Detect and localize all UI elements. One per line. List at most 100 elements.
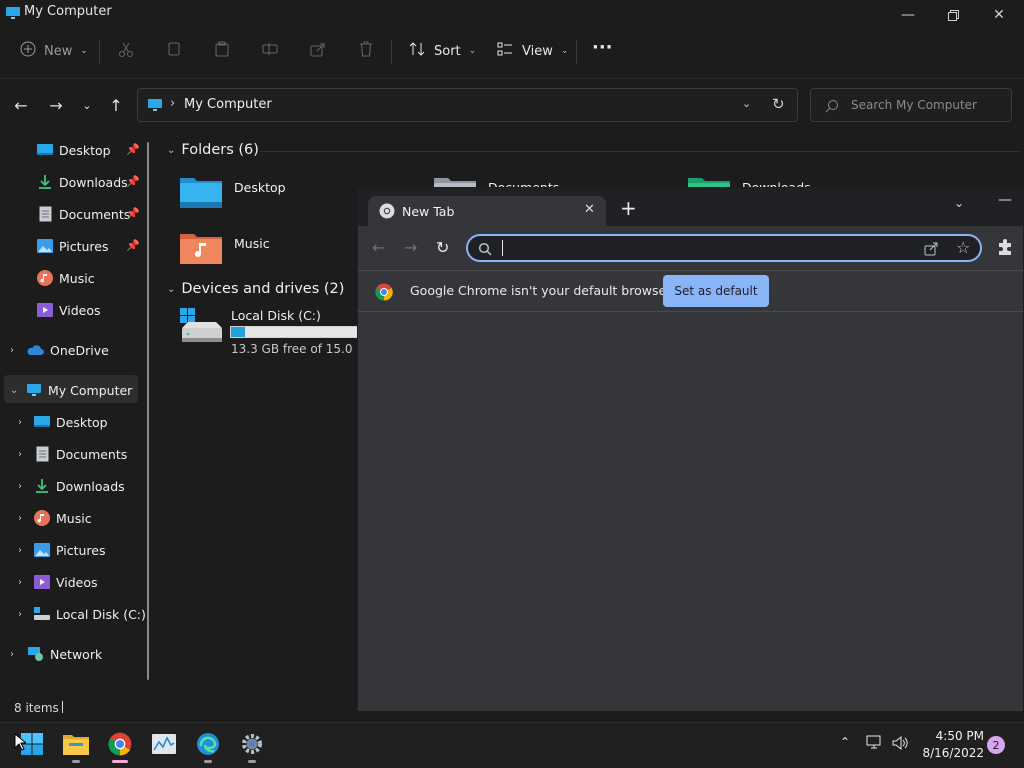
sidebar-item-onedrive[interactable]: › OneDrive <box>10 336 109 364</box>
navigation-scrollbar[interactable] <box>147 142 149 680</box>
tab-strip: New Tab ✕ + ⌄ — <box>358 188 1023 226</box>
chevron-right-icon[interactable]: › <box>10 649 20 660</box>
forward-button[interactable]: → <box>44 93 68 117</box>
sidebar-item-local-disk[interactable]: › Local Disk (C:) <box>18 600 146 628</box>
tab-new-tab[interactable]: New Tab ✕ <box>368 196 606 226</box>
pin-icon[interactable]: 📌 <box>126 143 140 156</box>
taskbar-chrome[interactable] <box>100 727 140 765</box>
extensions-icon[interactable] <box>996 238 1014 260</box>
clock-date: 8/16/2022 <box>922 746 984 760</box>
sidebar-item-label: Desktop <box>59 142 111 158</box>
forward-arrow-icon[interactable]: → <box>404 238 417 257</box>
rename-button[interactable] <box>261 38 279 64</box>
address-bar[interactable]: › My Computer ⌄ ↻ <box>137 88 798 122</box>
reload-icon[interactable]: ↻ <box>436 238 449 257</box>
sidebar-item-downloads[interactable]: › Downloads <box>18 472 125 500</box>
paste-button[interactable] <box>213 38 231 64</box>
sidebar-item-label: Downloads <box>56 478 125 494</box>
sidebar-item-documents[interactable]: › Documents <box>18 440 127 468</box>
devices-group-header[interactable]: ⌄ Devices and drives (2) <box>167 281 344 297</box>
minimize-button[interactable]: — <box>998 192 1012 208</box>
back-button[interactable]: ← <box>9 93 33 117</box>
sidebar-item-pictures[interactable]: › Pictures <box>18 536 106 564</box>
document-icon <box>34 446 50 462</box>
chevron-down-icon: ⌄ <box>167 283 176 295</box>
chevron-right-icon[interactable]: › <box>10 345 20 356</box>
quick-access-pictures[interactable]: Pictures <box>37 232 109 260</box>
cut-button[interactable] <box>117 38 135 64</box>
copy-button[interactable] <box>165 38 183 64</box>
chevron-right-icon[interactable]: › <box>18 513 28 524</box>
quick-access-desktop[interactable]: Desktop <box>37 136 111 164</box>
running-indicator <box>112 760 128 763</box>
chevron-down-icon[interactable]: ⌄ <box>742 97 751 110</box>
search-box[interactable]: Search My Computer <box>810 88 1012 122</box>
folders-group-header[interactable]: ⌄ Folders (6) <box>167 142 259 158</box>
delete-button[interactable] <box>357 38 375 64</box>
sort-button[interactable]: Sort ⌄ <box>408 38 476 64</box>
status-bar: 8 items <box>0 696 360 722</box>
sidebar-item-label: OneDrive <box>50 342 109 358</box>
chevron-down-icon[interactable]: ⌄ <box>954 196 964 210</box>
back-arrow-icon[interactable]: ← <box>372 238 385 257</box>
sidebar-item-label: Desktop <box>56 414 108 430</box>
see-more-button[interactable]: ··· <box>592 34 613 60</box>
pin-icon[interactable]: 📌 <box>126 207 140 220</box>
chevron-right-icon[interactable]: › <box>18 417 28 428</box>
maximize-button[interactable] <box>930 4 976 26</box>
bookmark-star-icon[interactable]: ☆ <box>956 238 970 257</box>
sidebar-item-videos[interactable]: › Videos <box>18 568 98 596</box>
refresh-icon[interactable]: ↻ <box>772 95 785 113</box>
status-divider <box>62 701 63 713</box>
new-button[interactable]: New ⌄ <box>20 38 88 64</box>
drive-name: Local Disk (C:) <box>231 308 321 323</box>
close-icon[interactable]: ✕ <box>584 202 595 217</box>
sidebar-item-label: Local Disk (C:) <box>56 606 146 622</box>
minimize-button[interactable]: — <box>885 4 931 26</box>
chrome-window: New Tab ✕ + ⌄ — ← → ↻ ☆ Google Chrome is… <box>357 187 1024 712</box>
taskbar-task-manager[interactable] <box>144 727 184 765</box>
quick-access-documents[interactable]: Documents <box>37 200 130 228</box>
search-icon <box>478 241 492 260</box>
close-button[interactable]: ✕ <box>976 4 1022 26</box>
view-icon <box>496 40 514 62</box>
share-button[interactable] <box>309 38 327 64</box>
system-clock[interactable]: 4:50 PM 8/16/2022 <box>912 728 984 762</box>
up-button[interactable]: ↑ <box>104 93 128 117</box>
drive-local-disk-c[interactable]: Local Disk (C:) 13.3 GB free of 15.0 GB <box>180 308 380 358</box>
sidebar-item-network[interactable]: › Network <box>10 640 102 668</box>
notification-badge[interactable]: 2 <box>987 736 1005 754</box>
chevron-up-icon[interactable]: ⌃ <box>840 735 850 749</box>
recent-locations-button[interactable]: ⌄ <box>75 93 99 117</box>
omnibox-input[interactable] <box>500 238 910 258</box>
chevron-right-icon[interactable]: › <box>18 577 28 588</box>
set-as-default-button[interactable]: Set as default <box>663 275 769 307</box>
folder-music[interactable]: Music <box>180 230 270 270</box>
network-status-icon[interactable] <box>866 735 884 755</box>
pin-icon[interactable]: 📌 <box>126 175 140 188</box>
new-tab-button[interactable]: + <box>620 198 637 218</box>
folder-desktop[interactable]: Desktop <box>180 174 286 214</box>
chevron-right-icon[interactable]: › <box>18 609 28 620</box>
quick-access-downloads[interactable]: Downloads <box>37 168 128 196</box>
volume-icon[interactable] <box>892 735 910 755</box>
toolbar-divider <box>99 40 100 64</box>
sidebar-item-desktop[interactable]: › Desktop <box>18 408 108 436</box>
sidebar-item-my-computer[interactable]: ⌄ My Computer <box>10 376 132 404</box>
quick-access-videos[interactable]: Videos <box>37 296 101 324</box>
view-button[interactable]: View ⌄ <box>496 38 568 64</box>
taskbar-edge[interactable] <box>188 727 228 765</box>
sidebar-item-music[interactable]: › Music <box>18 504 92 532</box>
pin-icon[interactable]: 📌 <box>126 239 140 252</box>
chevron-down-icon[interactable]: ⌄ <box>10 385 20 396</box>
chevron-right-icon[interactable]: › <box>18 449 28 460</box>
omnibox[interactable]: ☆ <box>466 234 982 262</box>
chevron-right-icon[interactable]: › <box>18 481 28 492</box>
chevron-right-icon[interactable]: › <box>18 545 28 556</box>
taskbar-settings[interactable] <box>232 727 272 765</box>
share-icon[interactable] <box>924 240 940 260</box>
breadcrumb-my-computer[interactable]: My Computer <box>184 97 272 112</box>
taskbar-file-explorer[interactable] <box>56 727 96 765</box>
quick-access-music[interactable]: Music <box>37 264 95 292</box>
page-content[interactable] <box>358 312 1023 711</box>
